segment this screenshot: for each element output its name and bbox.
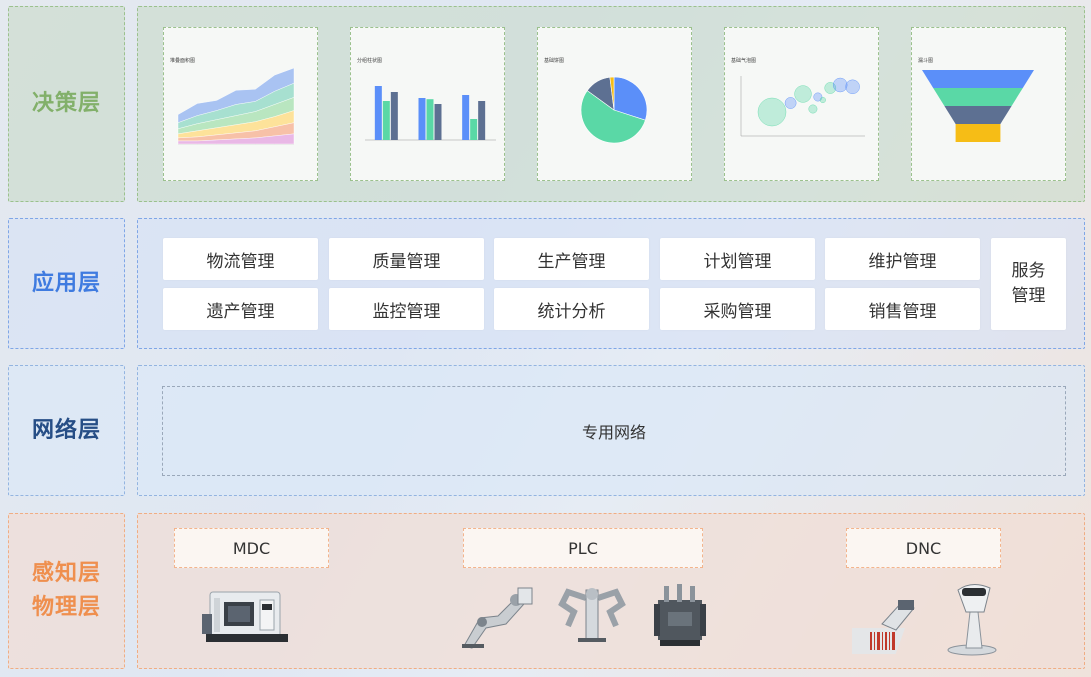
funnel-stage-0 [922, 70, 1034, 88]
bubble-6 [808, 104, 818, 114]
area-chart [177, 67, 295, 145]
bubble-chart [740, 76, 865, 137]
bar-0-0 [374, 86, 382, 140]
barcode-scanner-handheld-icon [852, 600, 915, 654]
service-line1: 服务 [1011, 261, 1046, 281]
module-quality[interactable]: 质量管理 [329, 238, 484, 280]
barcode-scanner-stand-icon [947, 584, 997, 656]
module-planning[interactable]: 计划管理 [660, 238, 815, 280]
bubble-1 [784, 97, 797, 109]
robot-arm-icon [462, 587, 533, 649]
decision-layer-title: 决策层 [31, 91, 101, 116]
dual-robot-arm-icon [558, 588, 626, 642]
application-layer-label: 应用层 [8, 218, 125, 349]
transformer-icon [654, 584, 706, 646]
funnel-stage-3 [955, 124, 1001, 142]
module-production[interactable]: 生产管理 [494, 238, 649, 280]
module-logistics[interactable]: 物流管理 [163, 238, 318, 280]
decision-layer-panel: 堆叠面积图 分组柱状图 基础饼图 基础气泡图 漏斗图 [137, 6, 1085, 202]
bar-0-2 [390, 92, 398, 140]
network-layer-title: 网络层 [31, 417, 101, 443]
bar-2-0 [462, 95, 470, 140]
bar-0-1 [382, 101, 390, 140]
module-statistics[interactable]: 统计分析 [494, 288, 649, 330]
bubble-chart-card[interactable]: 基础气泡图 [724, 27, 879, 181]
module-purchasing[interactable]: 采购管理 [660, 288, 815, 330]
funnel-chart [922, 70, 1034, 142]
module-service[interactable]: 服务 管理 [991, 238, 1066, 330]
bubble-8 [819, 96, 826, 103]
bar-2-1 [470, 119, 478, 140]
perception-layer-title: 感知层 [31, 561, 101, 586]
funnel-stage-2 [944, 106, 1012, 124]
application-layer-panel: 物流管理 质量管理 生产管理 计划管理 维护管理 遗产管理 监控管理 统计分析 … [137, 218, 1085, 349]
area-chart-card[interactable]: 堆叠面积图 [163, 27, 318, 181]
decision-layer-label: 决策层 [8, 6, 125, 202]
service-line2: 管理 [1011, 286, 1046, 306]
physical-layer-title: 物理层 [31, 595, 101, 620]
private-network-box[interactable]: 专用网络 [162, 386, 1066, 476]
bar-1-2 [434, 104, 442, 140]
bubble-7 [845, 79, 860, 94]
bubble-5 [832, 77, 848, 93]
bar-chart [365, 86, 496, 141]
module-maintenance[interactable]: 维护管理 [825, 238, 980, 280]
bubble-2 [794, 85, 812, 103]
tag-plc[interactable]: PLC [463, 528, 703, 568]
funnel-chart-card[interactable]: 漏斗图 [911, 27, 1066, 181]
bar-1-1 [426, 99, 434, 140]
funnel-stage-1 [933, 88, 1023, 106]
pie-chart [580, 76, 648, 144]
pie-chart-card[interactable]: 基础饼图 [537, 27, 692, 181]
bar-chart-card[interactable]: 分组柱状图 [350, 27, 505, 181]
module-legacy[interactable]: 遗产管理 [163, 288, 318, 330]
module-sales[interactable]: 销售管理 [825, 288, 980, 330]
bar-2-2 [478, 101, 486, 140]
network-layer-label: 网络层 [8, 365, 125, 496]
bubble-0 [757, 97, 787, 127]
network-layer-panel: 专用网络 [137, 365, 1085, 496]
module-monitoring[interactable]: 监控管理 [329, 288, 484, 330]
bar-1-0 [418, 98, 426, 140]
perception-layer-label: 感知层 物理层 [8, 513, 125, 669]
application-layer-title: 应用层 [31, 270, 101, 296]
tag-dnc[interactable]: DNC [846, 528, 1001, 568]
tag-mdc[interactable]: MDC [174, 528, 329, 568]
perception-layer-panel: MDC PLC DNC [137, 513, 1085, 669]
cnc-machine-icon [202, 591, 288, 642]
